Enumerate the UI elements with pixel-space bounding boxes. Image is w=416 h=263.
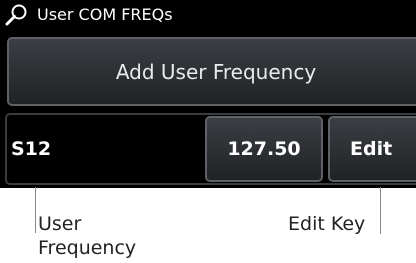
user-frequency-callout-line	[35, 187, 36, 233]
page-title: User COM FREQs	[37, 5, 173, 24]
device-screen: User COM FREQs Add User Frequency S12 12…	[0, 0, 416, 188]
edit-label: Edit	[350, 138, 393, 160]
title-bar: User COM FREQs	[0, 0, 416, 30]
user-frequency-callout-line-2: Frequency	[38, 237, 137, 259]
frequency-value: 127.50	[227, 138, 301, 160]
user-frequency-callout-line-1: User	[38, 213, 82, 235]
edit-button[interactable]: Edit	[328, 116, 416, 182]
user-frequency-callout: User Frequency	[38, 212, 136, 260]
add-user-frequency-button[interactable]: Add User Frequency	[7, 37, 416, 106]
add-user-frequency-label: Add User Frequency	[115, 59, 317, 84]
user-frequency-name: S12	[11, 138, 52, 160]
edit-key-callout-line	[380, 187, 381, 234]
edit-key-callout: Edit Key	[288, 213, 366, 235]
magnifier-icon	[4, 3, 30, 27]
frequency-value-button[interactable]: 127.50	[205, 116, 323, 182]
